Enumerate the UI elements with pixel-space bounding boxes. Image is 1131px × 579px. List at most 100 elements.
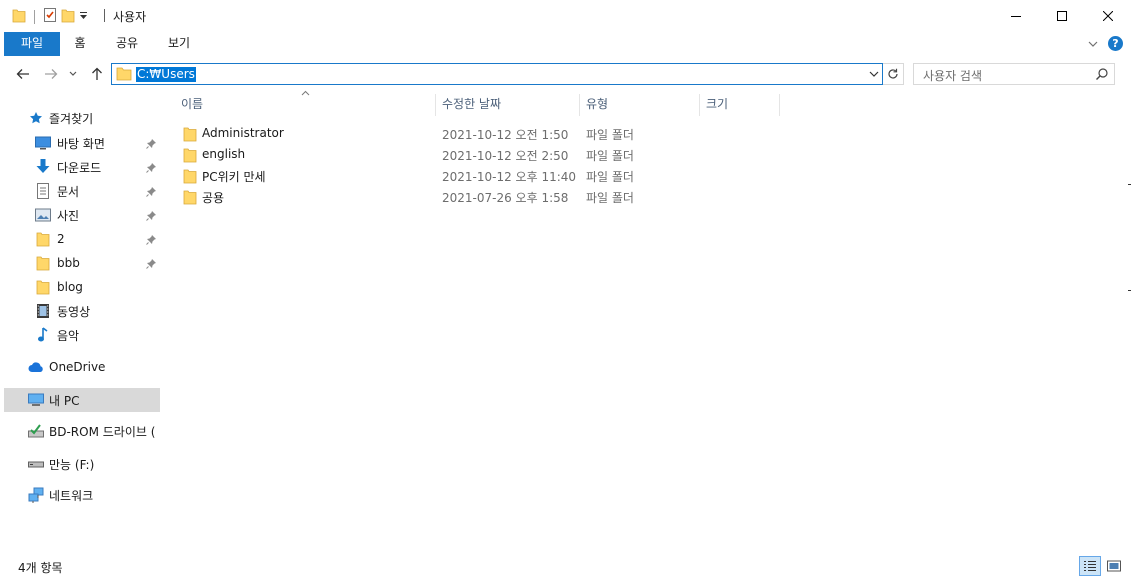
sidebar-item-bbb[interactable]: bbb xyxy=(4,251,160,275)
sidebar-item-blog[interactable]: blog xyxy=(4,275,160,299)
folder-icon xyxy=(183,126,197,145)
properties-icon[interactable] xyxy=(43,7,57,26)
pin-icon[interactable] xyxy=(146,186,156,200)
file-date: 2021-07-26 오후 1:58 xyxy=(442,191,569,205)
up-button[interactable] xyxy=(88,65,106,83)
table-row[interactable]: Administrator 2021-10-12 오전 1:50 파일 폴더 xyxy=(183,123,663,144)
sidebar-item-desktop[interactable]: 바탕 화면 xyxy=(4,131,160,155)
file-name: Administrator xyxy=(202,126,284,140)
search-icon[interactable] xyxy=(1095,67,1109,84)
chevron-down-icon xyxy=(1088,41,1098,47)
search-input[interactable]: 사용자 검색 xyxy=(913,63,1115,85)
sidebar-item-label: 바탕 화면 xyxy=(57,136,105,151)
table-row[interactable]: 공용 2021-07-26 오후 1:58 파일 폴더 xyxy=(183,186,663,207)
window-controls xyxy=(993,0,1131,32)
ribbon-tabs: 파일 홈 공유 보기 ? xyxy=(0,32,1131,56)
close-button[interactable] xyxy=(1085,0,1131,32)
address-bar[interactable]: C:₩Users xyxy=(111,63,883,85)
pin-icon[interactable] xyxy=(146,258,156,272)
address-path[interactable]: C:₩Users xyxy=(136,67,196,82)
network-icon xyxy=(28,487,44,503)
sidebar-item-music[interactable]: 음악 xyxy=(4,323,160,347)
details-view-button[interactable] xyxy=(1079,556,1101,576)
sidebar-item-drive-f[interactable]: 만능 (F:) xyxy=(4,452,160,476)
sidebar-item-label: 동영상 xyxy=(57,304,91,319)
sidebar-item-bd-rom[interactable]: BD-ROM 드라이브 ( xyxy=(4,419,160,443)
sidebar-item-folder-2[interactable]: 2 xyxy=(4,227,160,251)
title-separator xyxy=(104,9,105,22)
file-name: PC위키 만세 xyxy=(202,170,266,184)
sidebar-item-label: 즐겨찾기 xyxy=(49,111,94,126)
customize-toolbar-icon[interactable] xyxy=(79,9,88,24)
help-button[interactable]: ? xyxy=(1108,36,1123,51)
sidebar-item-pictures[interactable]: 사진 xyxy=(4,203,160,227)
sidebar-item-label: 문서 xyxy=(57,184,80,199)
forward-button[interactable] xyxy=(42,65,60,83)
table-row[interactable]: english 2021-10-12 오전 2:50 파일 폴더 xyxy=(183,144,663,165)
pin-icon[interactable] xyxy=(146,138,156,152)
sidebar-item-downloads[interactable]: 다운로드 xyxy=(4,155,160,179)
navigation-pane: 즐겨찾기 바탕 화면 다운로드 문서 사진 2 bbb blog 동영상 음악 … xyxy=(0,92,162,550)
column-separator[interactable] xyxy=(779,94,780,116)
column-header-name[interactable]: 이름 xyxy=(175,92,435,116)
sidebar-item-label: bbb xyxy=(57,256,80,270)
refresh-icon xyxy=(888,68,898,79)
pin-icon[interactable] xyxy=(146,210,156,224)
sidebar-item-documents[interactable]: 문서 xyxy=(4,179,160,203)
sidebar-item-label: 네트워크 xyxy=(49,488,94,503)
tab-share[interactable]: 공유 xyxy=(112,32,142,56)
sidebar-item-label: 사진 xyxy=(57,208,80,223)
folder-icon xyxy=(116,67,132,84)
sidebar-item-onedrive[interactable]: OneDrive xyxy=(4,355,160,379)
tab-home[interactable]: 홈 xyxy=(66,32,94,56)
column-header-date[interactable]: 수정한 날짜 xyxy=(436,92,579,116)
ribbon-controls: ? xyxy=(1088,36,1123,51)
refresh-button[interactable] xyxy=(883,63,904,85)
folder-icon xyxy=(183,147,197,166)
file-date: 2021-10-12 오전 1:50 xyxy=(442,128,569,142)
quick-access-toolbar xyxy=(12,7,88,26)
back-button[interactable] xyxy=(14,65,32,83)
column-header-type[interactable]: 유형 xyxy=(580,92,699,116)
recent-locations-button[interactable] xyxy=(67,65,79,83)
pin-icon[interactable] xyxy=(146,234,156,248)
picture-icon xyxy=(35,207,51,223)
folder-icon xyxy=(35,255,51,271)
large-icons-view-button[interactable] xyxy=(1103,556,1125,576)
folder-icon xyxy=(35,231,51,247)
file-date: 2021-10-12 오후 11:40 xyxy=(442,170,577,184)
star-icon xyxy=(28,110,44,126)
column-header-size[interactable]: 크기 xyxy=(700,92,779,116)
sidebar-item-quick-access[interactable]: 즐겨찾기 xyxy=(4,106,160,130)
sidebar-item-label: 다운로드 xyxy=(57,160,102,175)
folder-icon xyxy=(12,7,26,26)
disc-drive-icon xyxy=(28,423,44,439)
search-placeholder: 사용자 검색 xyxy=(923,69,983,83)
file-name: 공용 xyxy=(202,191,225,205)
maximize-button[interactable] xyxy=(1039,0,1085,32)
address-dropdown-button[interactable] xyxy=(869,68,879,83)
tab-file[interactable]: 파일 xyxy=(4,32,60,56)
sidebar-item-label: blog xyxy=(57,280,83,294)
pin-icon[interactable] xyxy=(146,162,156,176)
chevron-down-icon xyxy=(869,71,879,77)
folder-icon xyxy=(183,189,197,208)
minimize-icon xyxy=(1011,16,1021,17)
video-icon xyxy=(35,303,51,319)
sidebar-item-videos[interactable]: 동영상 xyxy=(4,299,160,323)
new-folder-icon[interactable] xyxy=(61,7,75,26)
sidebar-item-this-pc[interactable]: 내 PC xyxy=(4,388,160,412)
sidebar-item-network[interactable]: 네트워크 xyxy=(4,483,160,507)
arrow-right-icon xyxy=(45,69,58,79)
tab-view[interactable]: 보기 xyxy=(164,32,194,56)
title-bar: 사용자 xyxy=(0,0,1131,32)
sidebar-item-label: OneDrive xyxy=(49,360,106,374)
computer-icon xyxy=(28,392,44,408)
window-title: 사용자 xyxy=(113,10,147,24)
toolbar-separator xyxy=(34,9,35,24)
table-row[interactable]: PC위키 만세 2021-10-12 오후 11:40 파일 폴더 xyxy=(183,165,663,186)
expand-ribbon-button[interactable] xyxy=(1088,37,1098,51)
desktop-icon xyxy=(35,135,51,151)
sidebar-item-label: 만능 (F:) xyxy=(49,457,95,472)
minimize-button[interactable] xyxy=(993,0,1039,32)
